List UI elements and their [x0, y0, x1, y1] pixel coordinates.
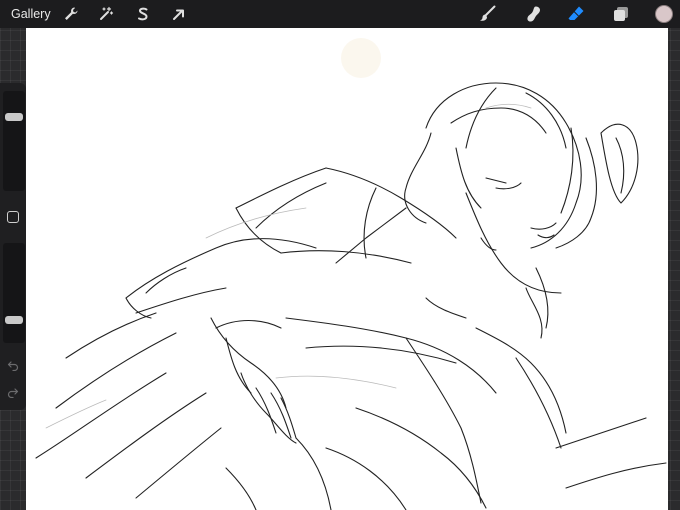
left-sidebar [0, 83, 26, 410]
drawing-canvas[interactable] [26, 28, 668, 510]
arrow-cursor-icon[interactable] [169, 4, 189, 24]
brush-size-handle[interactable] [5, 113, 23, 121]
color-swatch-button[interactable] [655, 5, 673, 23]
square-icon[interactable] [7, 211, 19, 223]
top-toolbar: Gallery [0, 0, 680, 28]
eraser-icon[interactable] [566, 4, 586, 24]
opacity-slider[interactable] [3, 243, 25, 343]
brush-icon[interactable] [478, 4, 498, 24]
gallery-button[interactable]: Gallery [11, 7, 51, 21]
line-art-sketch [35, 38, 667, 510]
wrench-icon[interactable] [61, 4, 81, 24]
layers-icon[interactable] [611, 4, 631, 24]
redo-arrow-icon[interactable] [5, 385, 21, 399]
brush-size-slider[interactable] [3, 91, 25, 191]
opacity-handle[interactable] [5, 316, 23, 324]
undo-arrow-icon[interactable] [5, 358, 21, 372]
selection-s-icon[interactable] [133, 4, 153, 24]
magic-wand-icon[interactable] [96, 4, 116, 24]
smudge-finger-icon[interactable] [524, 4, 544, 24]
